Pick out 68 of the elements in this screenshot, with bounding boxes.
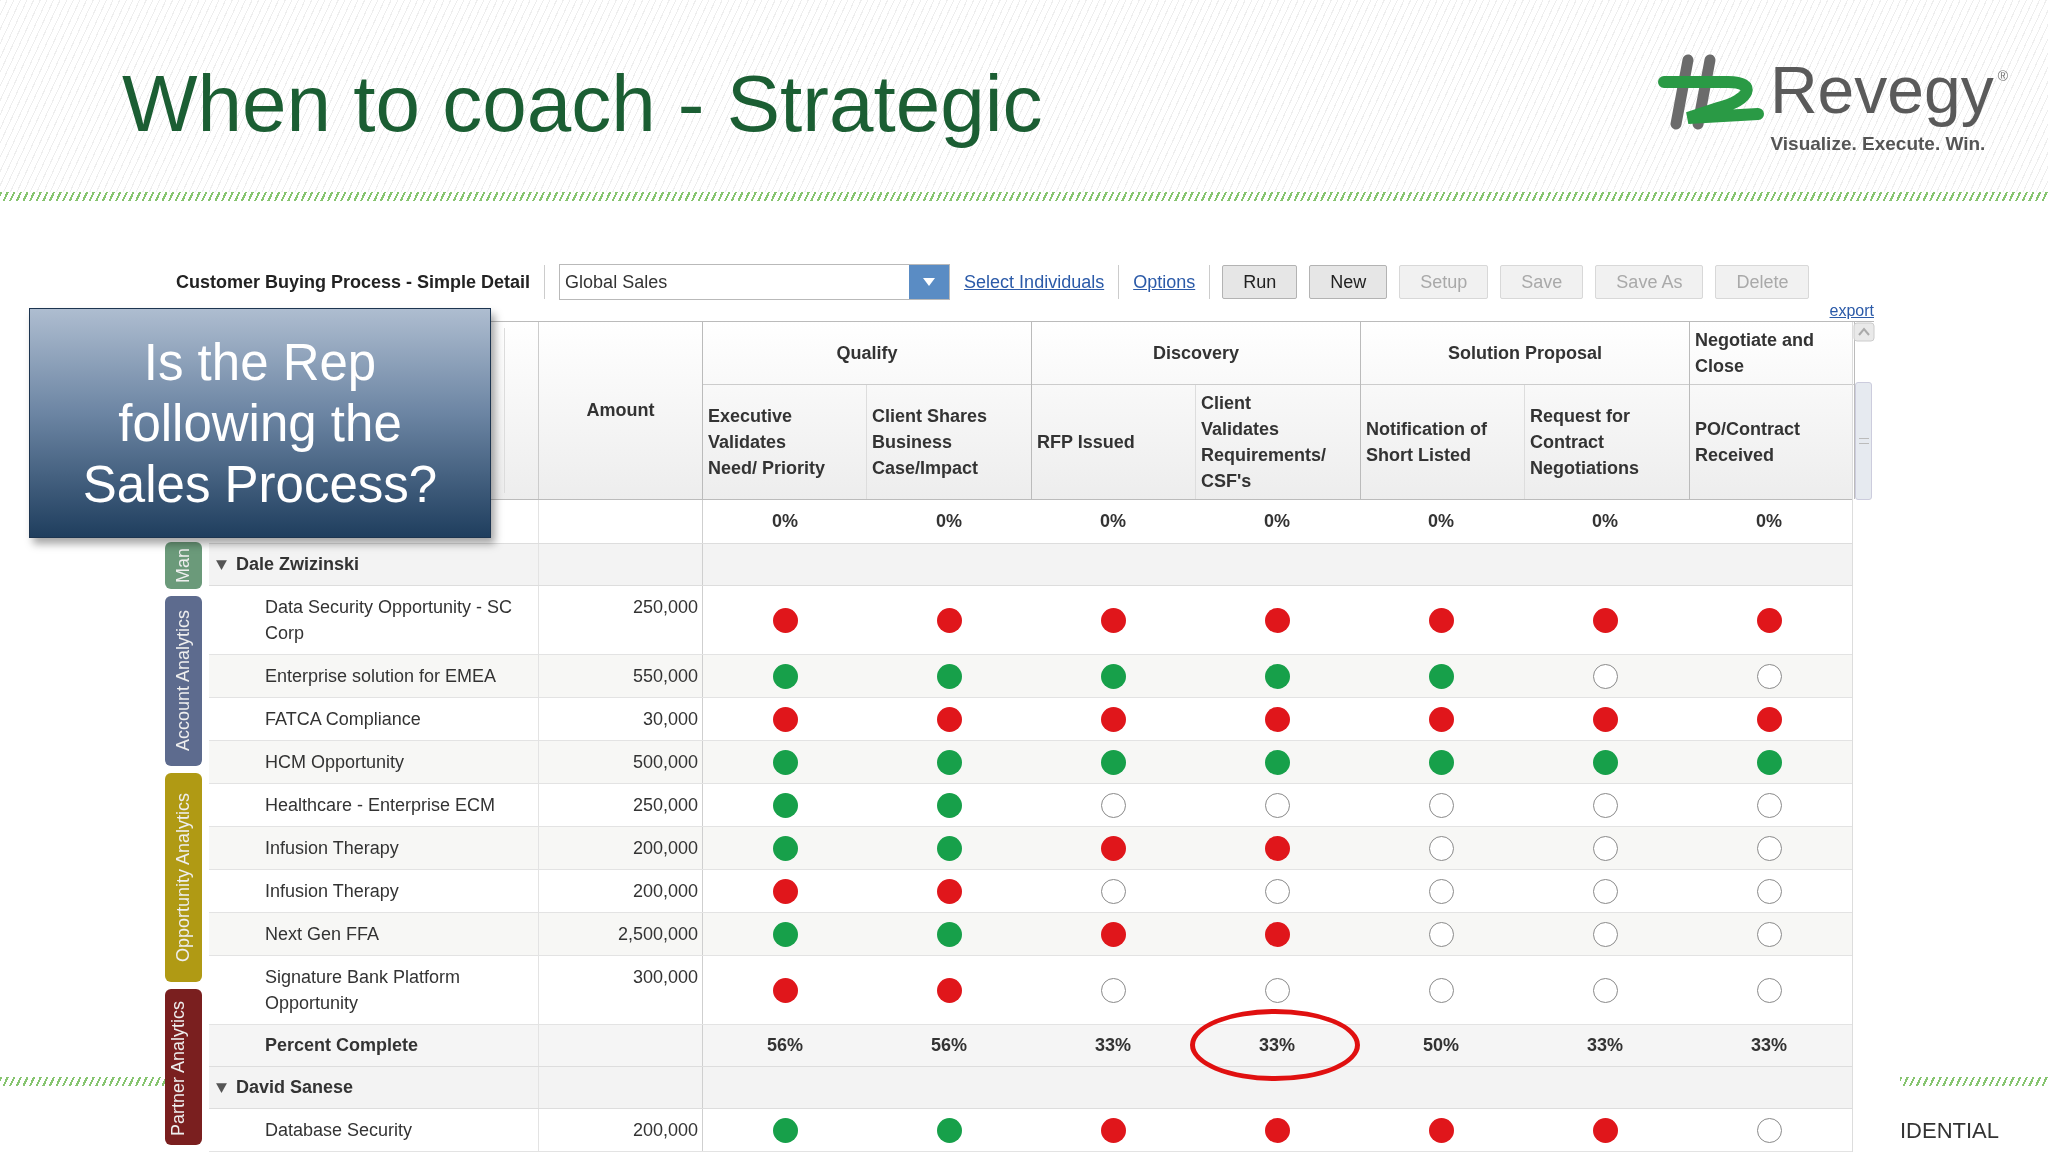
step-header: PO/Contract Received [1695, 418, 1801, 467]
step-header: Executive Validates Need/ Priority [708, 405, 827, 480]
amount-cell: 250,000 [632, 795, 698, 815]
amount-cell: 200,000 [632, 881, 698, 901]
amount-cell: 550,000 [632, 666, 698, 686]
logo-tagline: Visualize. Execute. Win. [1770, 132, 1986, 156]
percent-cell-text: 33% [1751, 1034, 1787, 1057]
opportunity-name: Signature Bank Platform Opportunity [265, 967, 461, 1013]
toolbar-button[interactable]: Run [1222, 265, 1298, 299]
percent-cell-text: 0% [936, 510, 962, 533]
opportunity-name: Infusion Therapy [265, 881, 399, 901]
percent-cell-text: 0% [1428, 510, 1454, 533]
side-tab[interactable]: Partner Analytics [165, 989, 202, 1145]
scrollbar-thumb[interactable] [1855, 382, 1872, 500]
opportunity-name: Next Gen FFA [265, 924, 380, 944]
group-name: David Sanese [236, 1076, 354, 1099]
toolbar-button[interactable]: New [1309, 265, 1388, 299]
percent-cell-text: 0% [1592, 510, 1618, 533]
side-tab[interactable]: Account Analytics [165, 596, 202, 766]
opportunity-name: HCM Opportunity [265, 752, 405, 772]
percent-cell-text: 0% [772, 510, 798, 533]
dropdown-caret-icon[interactable] [909, 265, 950, 299]
expand-triangle-icon[interactable] [215, 1081, 228, 1094]
percent-cell-text: 0% [1100, 510, 1126, 533]
report-link[interactable]: Select Individuals [964, 268, 1105, 296]
registered-mark: ® [1997, 67, 2008, 86]
group-name: Dale Zwizinski [236, 553, 360, 576]
percent-cell-text: 50% [1423, 1034, 1459, 1057]
stage-header: Solution Proposal [1448, 342, 1602, 365]
export-link[interactable]: export [1829, 301, 1874, 321]
amount-cell: 30,000 [642, 709, 698, 729]
stage-header: Discovery [1152, 342, 1240, 365]
stage-header: Negotiate and Close [1695, 329, 1815, 378]
percent-cell-text: 33% [1095, 1034, 1131, 1057]
opportunity-name: Database Security [265, 1120, 413, 1140]
step-header: Client Shares Business Case/Impact [872, 405, 989, 480]
callout-text: Is the Rep following the Sales Process? [81, 332, 439, 515]
opportunity-name: Enterprise solution for EMEA [265, 666, 497, 686]
amount-cell: 200,000 [632, 838, 698, 858]
slide-title: When to coach - Strategic [122, 58, 1043, 150]
amount-cell: 200,000 [632, 1120, 698, 1140]
expand-triangle-icon[interactable] [215, 558, 228, 571]
percent-cell-text: 33% [1587, 1034, 1623, 1057]
percent-cell-text: 0% [1264, 510, 1290, 533]
opportunity-name: Infusion Therapy [265, 838, 399, 858]
footer-text: IDENTIAL [1900, 1117, 2001, 1145]
step-header: Client Validates Requirements/CSF's [1201, 392, 1328, 493]
logo-wordmark: Revegy [1769, 52, 1994, 128]
stage-header: Qualify [836, 342, 898, 365]
step-header: Request for Contract Negotiations [1530, 405, 1640, 480]
percent-cell-text: 33% [1259, 1034, 1295, 1057]
amount-cell: 250,000 [632, 597, 698, 617]
amount-cell: 500,000 [632, 752, 698, 772]
step-header: Notification of Short Listed [1366, 418, 1488, 467]
column-header: Amount [586, 399, 655, 422]
step-header: RFP Issued [1037, 431, 1135, 454]
opportunity-name: Data Security Opportunity - SC Corp [265, 597, 513, 643]
percent-label: Percent Complete [265, 1034, 419, 1057]
opportunity-name: Healthcare - Enterprise ECM [265, 795, 496, 815]
percent-cell-text: 56% [931, 1034, 967, 1057]
percent-cell-text: 0% [1756, 510, 1782, 533]
opportunity-name: FATCA Compliance [265, 709, 421, 729]
amount-cell: 300,000 [632, 967, 698, 987]
report-title: Customer Buying Process - Simple Detail [176, 270, 531, 294]
scope-dropdown[interactable]: Global Sales [559, 264, 951, 300]
amount-cell: 2,500,000 [617, 924, 698, 944]
report-link[interactable]: Options [1133, 268, 1196, 296]
percent-cell-text: 56% [767, 1034, 803, 1057]
